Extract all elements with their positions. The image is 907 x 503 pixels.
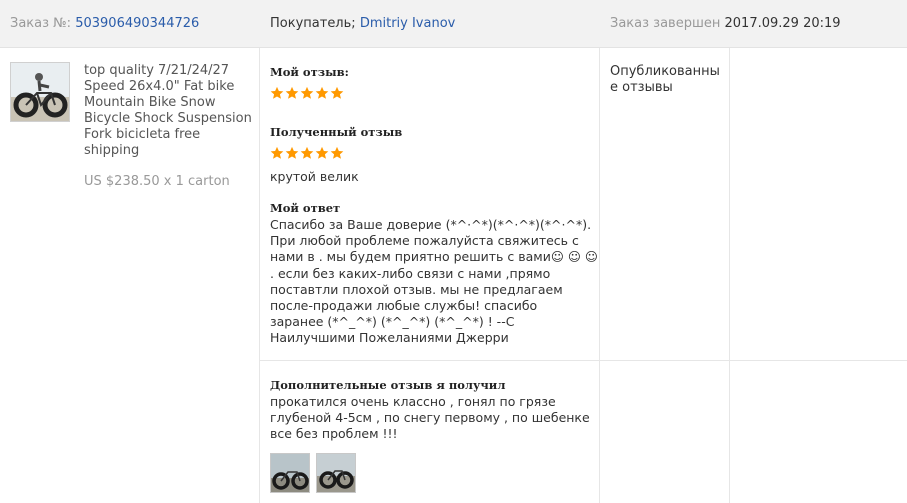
reply-line: Наилучшими Пожеланиями Джерри xyxy=(270,330,509,346)
star-icon xyxy=(270,146,284,159)
my-rating-stars xyxy=(270,86,344,102)
column-divider xyxy=(259,48,260,503)
product-thumbnail[interactable] xyxy=(10,62,70,122)
reply-line: после-продажи любые службы! спасибо xyxy=(270,298,538,314)
row-divider xyxy=(260,360,907,361)
star-icon xyxy=(285,86,299,99)
star-icon xyxy=(270,86,284,99)
status-line: Опубликованны xyxy=(610,64,720,79)
my-reply-text: Спасибо за Ваше доверие (*^·^*)(*^·^*)(*… xyxy=(270,217,600,347)
my-review-label: Мой отзыв: xyxy=(270,65,349,79)
review-photo-2[interactable] xyxy=(316,453,356,493)
order-header: Заказ №: 503906490344726 Покупатель; Dmi… xyxy=(0,0,907,48)
additional-review-text: прокатился очень классно , гонял по гряз… xyxy=(270,394,600,443)
reply-line: поставтли плохой отзыв. мы не предлагаем xyxy=(270,281,563,297)
bike-photo-icon xyxy=(271,454,309,492)
reply-line: заранее (*^_^*) (*^_^*) (*^_^*) ! --С xyxy=(270,314,515,330)
star-icon xyxy=(300,146,314,159)
star-icon xyxy=(330,86,344,99)
order-number-group: Заказ №: 503906490344726 xyxy=(10,15,199,33)
star-icon xyxy=(285,146,299,159)
review-status: Опубликованны е отзывы xyxy=(610,64,720,96)
fat-bike-icon xyxy=(11,63,69,121)
column-divider xyxy=(729,48,730,503)
additional-line: прокатился очень классно , гонял по гряз… xyxy=(270,394,556,409)
additional-line: все без проблем !!! xyxy=(270,426,398,442)
status-line: е отзывы xyxy=(610,80,673,95)
received-rating-stars xyxy=(270,146,344,162)
reply-line: нами в . мы будем приятно решить с вами☺… xyxy=(270,249,598,265)
star-icon xyxy=(300,86,314,99)
buyer-name-link[interactable]: Dmitriy Ivanov xyxy=(360,16,456,31)
review-photo-1[interactable] xyxy=(270,453,310,493)
received-review-text: крутой велик xyxy=(270,169,359,184)
bike-photo-icon xyxy=(317,454,355,492)
completed-label: Заказ завершен xyxy=(610,16,721,31)
star-icon xyxy=(315,86,329,99)
additional-line: глубеной 4-5см , по снегу первому , по ш… xyxy=(270,410,590,426)
reply-line: . если без каких-либо связи с нами ,прям… xyxy=(270,265,551,281)
buyer-group: Покупатель; Dmitriy Ivanov xyxy=(270,15,455,33)
reply-line: Спасибо за Ваше доверие (*^·^*)(*^·^*)(*… xyxy=(270,217,592,232)
additional-review-label: Дополнительные отзыв я получил xyxy=(270,378,506,392)
completed-date: 2017.09.29 20:19 xyxy=(724,16,841,31)
order-number-link[interactable]: 503906490344726 xyxy=(75,16,199,31)
completed-group: Заказ завершен 2017.09.29 20:19 xyxy=(610,15,841,33)
my-reply-label: Мой ответ xyxy=(270,201,341,215)
star-icon xyxy=(315,146,329,159)
product-title-link[interactable]: top quality 7/21/24/27 Speed 26x4.0" Fat… xyxy=(84,63,254,159)
order-number-label: Заказ №: xyxy=(10,16,72,31)
buyer-label: Покупатель; xyxy=(270,16,356,31)
received-review-label: Полученный отзыв xyxy=(270,125,403,139)
product-price: US $238.50 x 1 carton xyxy=(84,174,230,189)
star-icon xyxy=(330,146,344,159)
reply-line: При любой проблеме пожалуйста свяжитесь … xyxy=(270,233,579,249)
